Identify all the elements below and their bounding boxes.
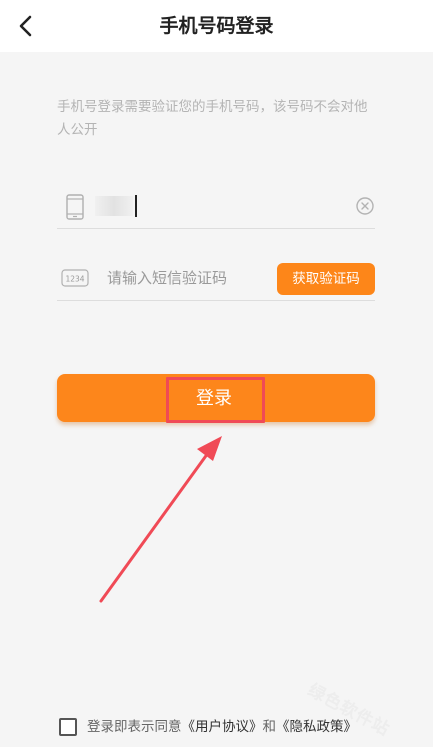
sms-code-input[interactable] (107, 265, 267, 291)
agreement-prefix: 登录即表示同意 (87, 719, 182, 735)
mobile-phone-icon (66, 194, 84, 220)
clear-circle-icon[interactable] (355, 196, 375, 216)
agreement-conjunction: 和 (262, 719, 277, 735)
page-title: 手机号码登录 (159, 15, 274, 37)
phone-field[interactable]: •••• (57, 184, 375, 229)
agreement-text: 登录即表示同意《用户协议》和《隐私政策》 (87, 717, 357, 737)
privacy-hint-text: 手机号登录需要验证您的手机号码，该号码不会对他人公开 (57, 99, 368, 138)
numeric-keypad-icon: 1234 (61, 269, 89, 287)
annotation-highlight-box (166, 377, 265, 423)
phone-number-value[interactable]: •••• (95, 196, 133, 216)
keypad-icon-text: 1234 (65, 275, 84, 284)
get-code-button[interactable]: 获取验证码 (277, 263, 375, 295)
agreement-row: 登录即表示同意《用户协议》和《隐私政策》 (59, 715, 357, 739)
header-bar: 手机号码登录 (0, 0, 433, 52)
user-agreement-link[interactable]: 《用户协议》 (182, 719, 263, 735)
privacy-policy-link[interactable]: 《隐私政策》 (276, 719, 357, 735)
agreement-checkbox[interactable] (59, 718, 77, 736)
verification-code-field[interactable]: 1234 获取验证码 (57, 256, 375, 301)
text-cursor (135, 195, 137, 217)
